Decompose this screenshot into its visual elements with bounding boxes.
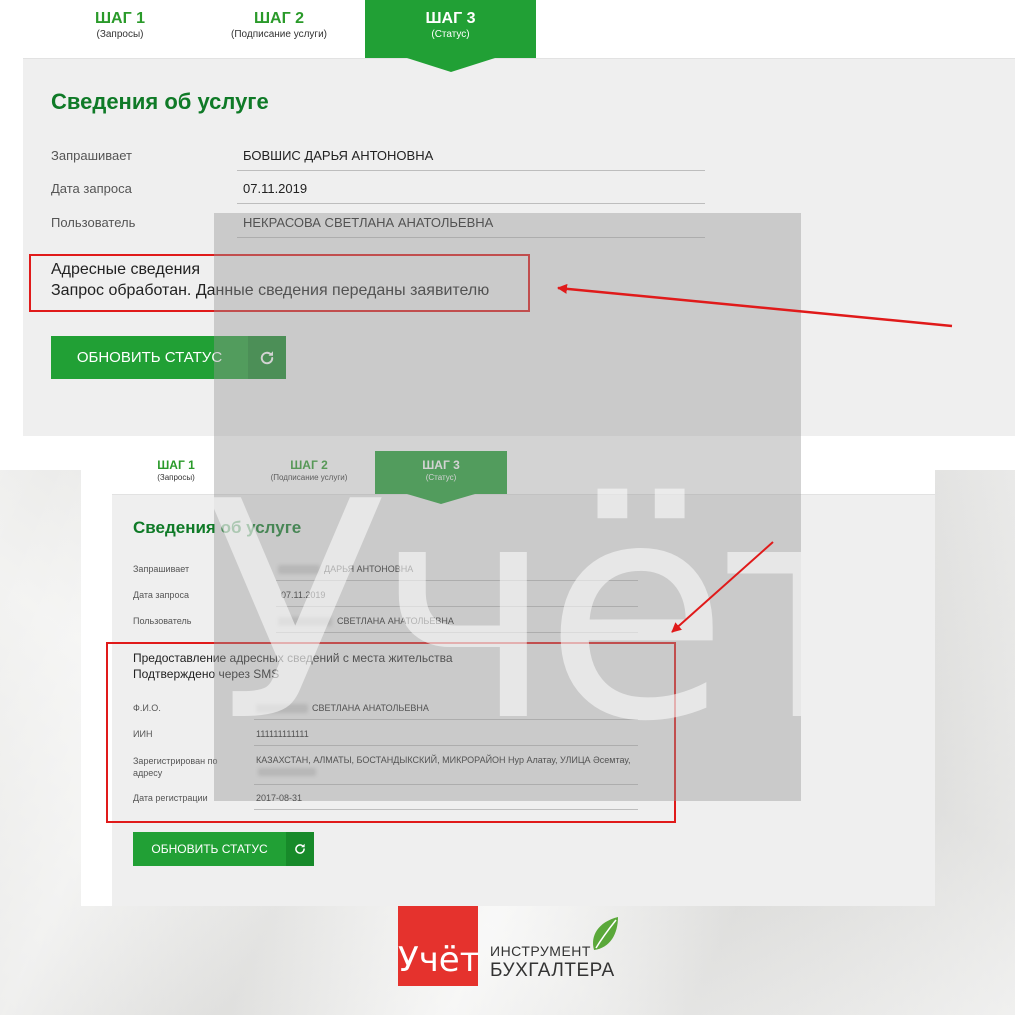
top-arrow	[557, 283, 953, 328]
logo-badge: Учёт	[398, 906, 480, 986]
leaf-icon	[593, 917, 618, 950]
annotation-arrows	[557, 283, 953, 633]
logo-line-2: БУХГАЛТЕРА	[490, 960, 615, 981]
bottom-arrow	[671, 541, 774, 633]
logo-line-1: ИНСТРУМЕНТ	[490, 943, 591, 959]
logo-badge-text: Учёт	[398, 940, 480, 980]
